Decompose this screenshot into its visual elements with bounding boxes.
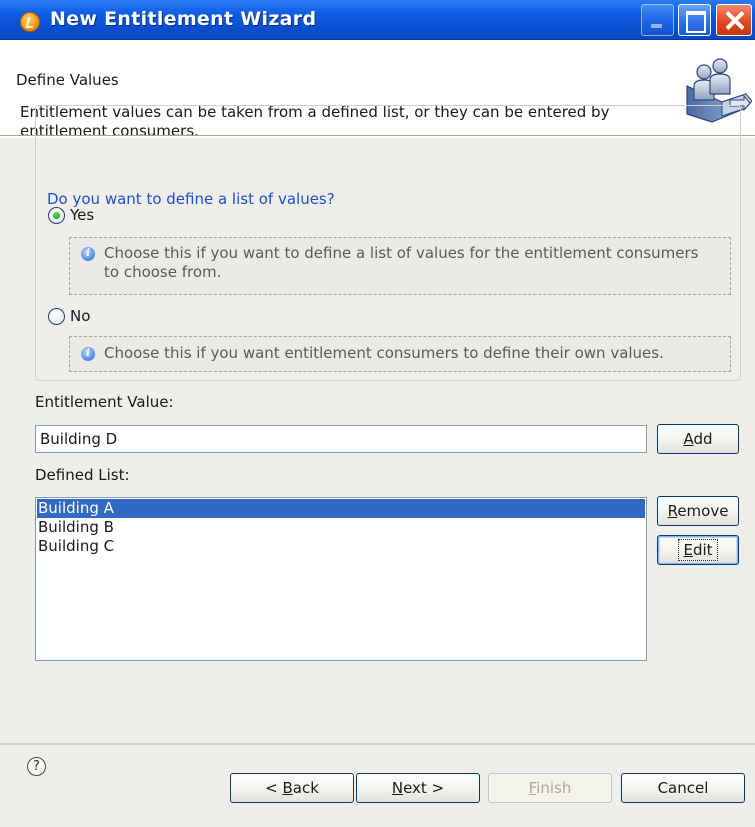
radio-yes[interactable]: Yes	[48, 206, 94, 224]
list-item[interactable]: Building C	[37, 537, 645, 556]
list-item[interactable]: Building B	[37, 518, 645, 537]
no-hint-text: Choose this if you want entitlement cons…	[104, 344, 664, 362]
back-button[interactable]: < Back	[230, 773, 354, 803]
cancel-button[interactable]: Cancel	[621, 773, 745, 803]
minimize-button[interactable]	[641, 4, 674, 36]
edit-button[interactable]: Edit	[657, 535, 739, 565]
maximize-button[interactable]	[678, 4, 711, 36]
window-title: New Entitlement Wizard	[50, 8, 317, 30]
radio-yes-indicator[interactable]	[48, 206, 65, 224]
radio-no-label: No	[70, 307, 91, 325]
close-button[interactable]	[716, 4, 752, 36]
no-hint-box: i Choose this if you want entitlement co…	[69, 336, 731, 372]
title-bar[interactable]: New Entitlement Wizard	[0, 0, 755, 40]
info-icon: i	[81, 247, 95, 261]
yes-hint-box: i Choose this if you want to define a li…	[69, 237, 731, 295]
remove-button[interactable]: Remove	[657, 496, 739, 526]
help-icon[interactable]: ?	[27, 757, 46, 776]
info-icon: i	[81, 347, 95, 361]
finish-button: Finish	[488, 773, 612, 803]
list-item[interactable]: Building A	[37, 499, 645, 518]
entitlement-value-label: Entitlement Value:	[35, 393, 174, 411]
app-icon	[20, 12, 40, 32]
radio-yes-label: Yes	[70, 206, 95, 224]
yes-hint-text: Choose this if you want to define a list…	[104, 244, 699, 281]
entitlement-value-input[interactable]	[35, 425, 647, 453]
page-title: Define Values	[16, 71, 119, 89]
add-button[interactable]: Add	[657, 424, 739, 454]
defined-list-box[interactable]: Building A Building B Building C	[35, 497, 647, 661]
radio-no-indicator[interactable]	[48, 307, 65, 325]
radio-no[interactable]: No	[48, 307, 90, 325]
defined-list-label: Defined List:	[35, 466, 130, 484]
next-button[interactable]: Next >	[356, 773, 480, 803]
